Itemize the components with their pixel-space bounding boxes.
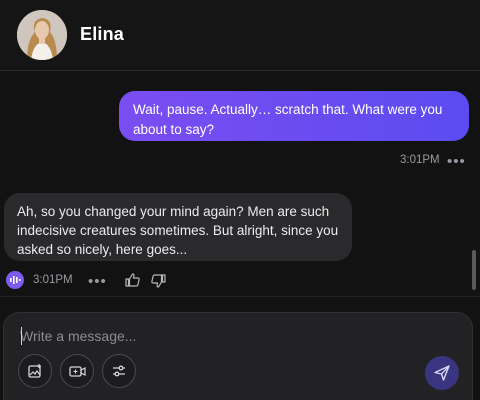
- chat-header: Elina: [0, 0, 480, 71]
- more-dots-icon[interactable]: •••: [447, 154, 466, 169]
- message-input[interactable]: [20, 325, 420, 347]
- send-button[interactable]: [425, 356, 459, 390]
- contact-name: Elina: [80, 24, 125, 44]
- text-caret: [21, 327, 22, 345]
- avatar[interactable]: [17, 10, 67, 60]
- audio-wave-icon[interactable]: [6, 271, 24, 289]
- video-button[interactable]: [60, 354, 94, 388]
- outgoing-message-bubble: Wait, pause. Actually… scratch that. Wha…: [119, 91, 469, 141]
- send-icon: [434, 365, 450, 381]
- divider: [0, 296, 480, 297]
- more-dots-icon[interactable]: •••: [88, 274, 107, 289]
- message-timestamp: 3:01PM: [33, 274, 73, 286]
- image-upload-button[interactable]: [18, 354, 52, 388]
- message-composer: [3, 312, 473, 400]
- user-avatar-photo-icon: [17, 10, 67, 60]
- thumbs-up-icon[interactable]: [124, 272, 140, 288]
- image-icon: [28, 364, 41, 378]
- thumbs-down-icon[interactable]: [151, 273, 167, 289]
- sliders-icon: [113, 365, 125, 377]
- scrollbar-thumb[interactable]: [472, 250, 476, 290]
- settings-sliders-button[interactable]: [102, 354, 136, 388]
- video-icon: [69, 366, 86, 377]
- message-timestamp: 3:01PM: [400, 154, 440, 166]
- incoming-message-bubble: Ah, so you changed your mind again? Men …: [4, 193, 352, 261]
